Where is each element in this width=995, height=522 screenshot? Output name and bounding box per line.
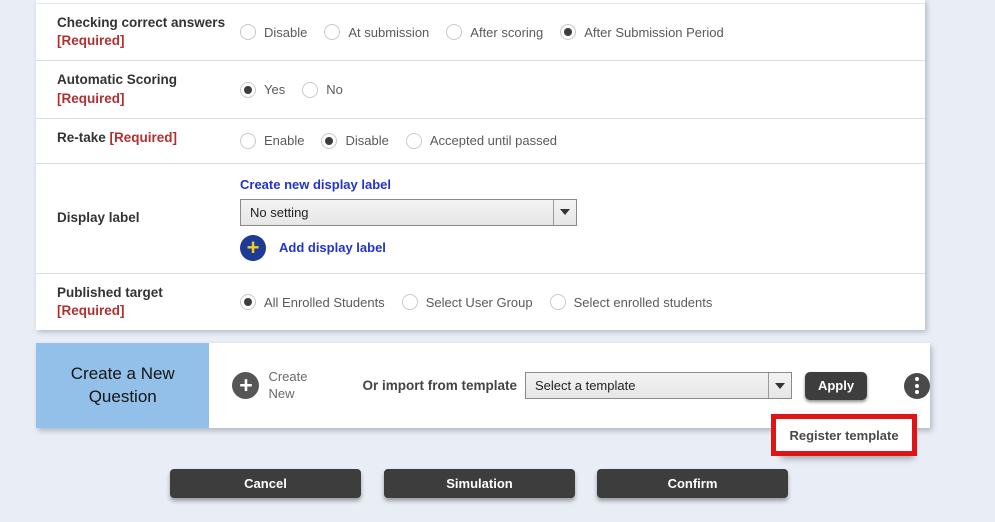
radio-label: Enable [264,133,304,148]
radio-option-after-submission-period[interactable]: After Submission Period [560,24,723,40]
radio-option-all-enrolled-students[interactable]: All Enrolled Students [240,294,385,310]
required-badge: [Required] [57,91,125,106]
display-label-controls: Create new display label No setting + Ad… [240,164,925,273]
radio-option-select-enrolled-students[interactable]: Select enrolled students [550,294,713,310]
radio-option-no[interactable]: No [302,82,343,98]
row-label: Re-take [Required] [36,119,240,163]
radio-icon[interactable] [402,294,418,310]
radio-option-after-scoring[interactable]: After scoring [446,24,543,40]
create-new-label: Create New [268,369,316,402]
display-label-select[interactable]: No setting [240,199,577,226]
radio-label: After Submission Period [584,25,723,40]
add-display-label-link[interactable]: Add display label [279,240,386,255]
radio-option-disable[interactable]: Disable [240,24,307,40]
cancel-button[interactable]: Cancel [170,469,361,498]
row-label-text: Display label [57,209,140,227]
row-options: Disable At submission After scoring Afte… [240,4,925,60]
plus-icon[interactable]: + [240,235,266,261]
required-badge: [Required] [57,33,125,48]
section-title: Create a New Question [36,343,209,428]
radio-option-accepted-until-passed[interactable]: Accepted until passed [406,133,557,149]
import-from-template-label: Or import from template [362,378,517,393]
apply-button[interactable]: Apply [805,372,867,400]
register-template-menu-item[interactable]: Register template [771,414,917,456]
radio-icon[interactable] [560,24,576,40]
confirm-button[interactable]: Confirm [597,469,788,498]
create-new-button[interactable]: + Create New [232,369,316,402]
radio-icon[interactable] [240,133,256,149]
row-options: Enable Disable Accepted until passed [240,119,925,163]
required-badge: [Required] [57,303,125,318]
select-value: Select a template [526,378,768,393]
settings-table: Checking correct answers [Required] Disa… [36,0,925,330]
row-display-label: Display label Create new display label N… [36,163,925,273]
row-published-target: Published target [Required] All Enrolled… [36,273,925,330]
row-label-text: Automatic Scoring [57,72,177,87]
kebab-menu-icon[interactable] [904,373,930,399]
radio-label: Disable [264,25,307,40]
radio-option-enable[interactable]: Enable [240,133,304,149]
row-automatic-scoring: Automatic Scoring [Required] Yes No [36,60,925,117]
radio-label: All Enrolled Students [264,295,385,310]
chevron-down-icon[interactable] [553,200,576,225]
template-select[interactable]: Select a template [525,372,792,399]
required-badge: [Required] [110,130,178,145]
radio-label: Accepted until passed [430,133,557,148]
radio-icon[interactable] [240,294,256,310]
radio-option-disable[interactable]: Disable [321,133,388,149]
row-label: Display label [36,164,240,273]
chevron-down-icon[interactable] [768,373,791,398]
row-label: Published target [Required] [36,274,240,330]
create-new-display-label-link[interactable]: Create new display label [240,177,391,192]
plus-icon: + [232,372,259,399]
row-retake: Re-take [Required] Enable Disable Accept… [36,118,925,163]
simulation-button[interactable]: Simulation [384,469,575,498]
row-label-text: Re-take [57,130,106,145]
radio-icon[interactable] [406,133,422,149]
register-template-label: Register template [789,428,898,443]
radio-icon[interactable] [550,294,566,310]
add-display-label[interactable]: + Add display label [240,235,925,261]
radio-icon[interactable] [324,24,340,40]
quiz-settings-page: Checking correct answers [Required] Disa… [0,0,995,522]
radio-label: At submission [348,25,429,40]
row-label-text: Checking correct answers [57,15,225,30]
radio-label: Select User Group [426,295,533,310]
radio-option-at-submission[interactable]: At submission [324,24,429,40]
row-checking-correct-answers: Checking correct answers [Required] Disa… [36,3,925,60]
radio-label: Disable [345,133,388,148]
row-options: Yes No [240,61,925,117]
radio-icon[interactable] [321,133,337,149]
row-label: Checking correct answers [Required] [36,4,240,60]
radio-icon[interactable] [240,82,256,98]
radio-option-select-user-group[interactable]: Select User Group [402,294,533,310]
radio-label: Select enrolled students [574,295,713,310]
row-options: All Enrolled Students Select User Group … [240,274,925,330]
select-value: No setting [241,205,553,220]
radio-label: Yes [264,82,285,97]
radio-option-yes[interactable]: Yes [240,82,285,98]
row-label: Automatic Scoring [Required] [36,61,240,117]
radio-label: No [326,82,343,97]
radio-icon[interactable] [240,24,256,40]
radio-icon[interactable] [446,24,462,40]
radio-label: After scoring [470,25,543,40]
radio-icon[interactable] [302,82,318,98]
row-label-text: Published target [57,285,163,300]
